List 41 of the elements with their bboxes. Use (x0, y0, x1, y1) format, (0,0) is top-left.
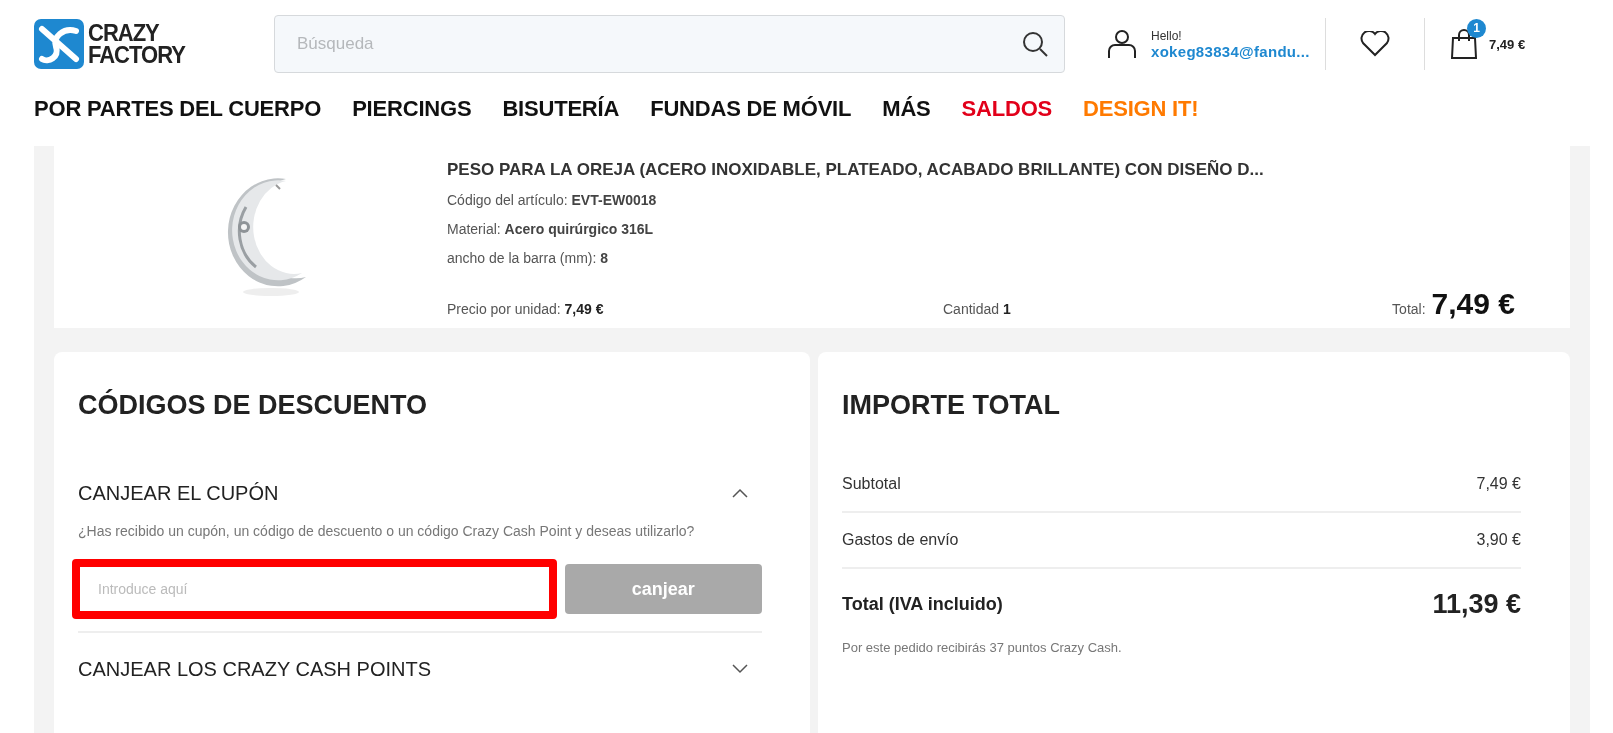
logo-icon[interactable] (34, 19, 84, 69)
chevron-up-icon (732, 488, 748, 498)
search-field[interactable]: Búsqueda (274, 15, 1065, 73)
summary-label: Subtotal (842, 475, 901, 493)
unit-price-text: Precio por unidad: 7,49 € (447, 301, 605, 317)
product-detail: Material: Acero quirúrgico 316L (447, 221, 655, 237)
cash-points-note: Por este pedido recibirás 37 puntos Crazy Cash. (842, 640, 1123, 655)
product-detail: ancho de la barra (mm): 8 (447, 250, 610, 266)
cart-count-badge: 1 (1467, 19, 1486, 38)
product-title[interactable]: PESO PARA LA OREJA (ACERO INOXIDABLE, PLATEADO, ACABADO BRILLANTE) CON DISEÑO D... (447, 160, 1515, 180)
accordion-header[interactable]: CANJEAR LOS CRAZY CASH POINTS (78, 651, 762, 687)
summary-value: 7,49 € (1476, 475, 1521, 493)
total-label: Total: (1392, 301, 1426, 317)
heart-icon[interactable] (1360, 31, 1390, 57)
accordion-header[interactable]: CANJEAR EL CUPÓN (78, 475, 762, 511)
cart-amount: 7,49 € (1489, 36, 1526, 52)
logo-text[interactable]: CRAZY FACTORY (88, 22, 188, 66)
coupon-hint-text: ¿Has recibido un cupón, un código de descuento o un código Crazy Cash Point y deseas utilizarlo? (78, 523, 696, 539)
summary-label: Gastos de envío (842, 531, 959, 549)
accordion-title: CANJEAR LOS CRAZY CASH POINTS (78, 657, 432, 681)
accordion-title: CANJEAR EL CUPÓN (78, 481, 279, 505)
nav-link[interactable]: SALDOS (961, 96, 1053, 146)
search-icon[interactable] (1021, 30, 1049, 58)
nav-link[interactable]: POR PARTES DEL CUERPO (34, 96, 322, 146)
section-title: IMPORTE TOTAL (842, 390, 1061, 421)
product-detail: Código del artículo: EVT-EW0018 (447, 192, 658, 208)
product-total-price: 7,49 € (1431, 287, 1515, 321)
user-icon[interactable] (1107, 29, 1137, 59)
order-total: 11,39 € (1432, 589, 1521, 620)
nav-link[interactable]: MÁS (882, 96, 931, 146)
greeting-text: Hello! (1151, 28, 1183, 43)
nav-link[interactable]: PIERCINGS (352, 96, 472, 146)
total-label: Total (IVA incluido) (842, 594, 1003, 615)
chevron-down-icon (732, 664, 748, 674)
section-title: CÓDIGOS DE DESCUENTO (78, 390, 429, 421)
account-email[interactable]: xokeg83834@fandu... (1151, 42, 1310, 60)
summary-value: 3,90 € (1476, 531, 1521, 549)
nav-link[interactable]: FUNDAS DE MÓVIL (650, 96, 852, 146)
coupon-code-field[interactable]: Introduce aquí (72, 559, 557, 619)
quantity-text: Cantidad 1 (943, 301, 1012, 317)
nav-link[interactable]: BISUTERÍA (502, 96, 620, 146)
